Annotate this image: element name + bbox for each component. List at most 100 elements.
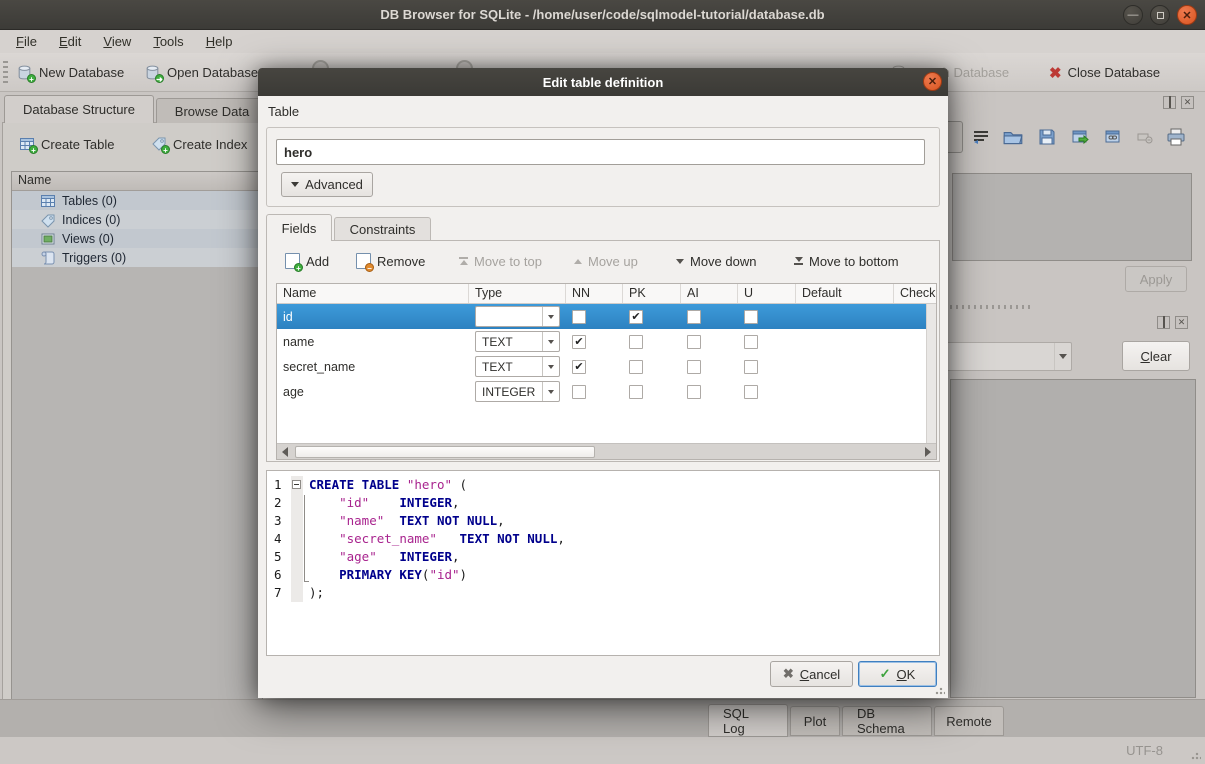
move-down-button[interactable]: Move down: [672, 248, 760, 274]
dock-float-button[interactable]: [1163, 96, 1176, 109]
tab-browse-data[interactable]: Browse Data: [156, 98, 268, 123]
dock-close-button-2[interactable]: ✕: [1175, 316, 1188, 329]
tree-column-header[interactable]: Name: [12, 172, 262, 191]
menu-file[interactable]: File: [6, 32, 47, 51]
col-header-check[interactable]: Check: [894, 284, 936, 303]
text-lines-icon[interactable]: [968, 124, 994, 150]
scrollbar-thumb[interactable]: [295, 446, 595, 458]
sql-preview[interactable]: 1CREATE TABLE "hero" ( 2 "id" INTEGER, 3…: [266, 470, 940, 656]
default-cell[interactable]: [796, 304, 894, 329]
open-database-button[interactable]: ➜ Open Database: [140, 59, 262, 86]
toolbar-grip[interactable]: [3, 61, 8, 83]
apply-button[interactable]: Apply: [1125, 266, 1187, 292]
u-checkbox[interactable]: [744, 335, 758, 349]
import-icon[interactable]: [1000, 124, 1026, 150]
ai-checkbox[interactable]: [687, 335, 701, 349]
table-name-input[interactable]: hero: [276, 139, 925, 165]
move-to-top-button[interactable]: Move to top: [455, 248, 546, 274]
tab-plot[interactable]: Plot: [790, 706, 840, 736]
u-checkbox[interactable]: [744, 310, 758, 324]
default-cell[interactable]: [796, 329, 894, 354]
col-header-pk[interactable]: PK: [623, 284, 681, 303]
tab-remote[interactable]: Remote: [934, 706, 1004, 736]
ai-checkbox[interactable]: [687, 385, 701, 399]
ai-checkbox[interactable]: [687, 360, 701, 374]
remove-field-button[interactable]: − Remove: [352, 248, 429, 274]
default-cell[interactable]: [796, 379, 894, 404]
col-header-nn[interactable]: NN: [566, 284, 623, 303]
move-up-button[interactable]: Move up: [570, 248, 642, 274]
tree-item-triggers[interactable]: Triggers (0): [12, 248, 262, 267]
create-table-button[interactable]: + Create Table: [15, 131, 118, 157]
pk-checkbox[interactable]: [629, 310, 643, 324]
fold-marker-icon[interactable]: [292, 480, 301, 489]
default-cell[interactable]: [796, 354, 894, 379]
new-database-button[interactable]: + New Database: [12, 59, 128, 86]
window-titlebar[interactable]: DB Browser for SQLite - /home/user/code/…: [0, 0, 1205, 30]
field-row-age[interactable]: age INTEGER: [277, 379, 936, 404]
ok-button[interactable]: ✓ OK: [858, 661, 937, 687]
open-in-window-icon[interactable]: [1067, 124, 1093, 150]
col-header-type[interactable]: Type: [469, 284, 566, 303]
field-row-id[interactable]: id INTEGER: [277, 304, 936, 329]
type-combo[interactable]: INTEGER: [475, 381, 560, 402]
dock-float-button-2[interactable]: [1157, 316, 1170, 329]
type-combo[interactable]: TEXT: [475, 356, 560, 377]
col-header-name[interactable]: Name: [277, 284, 469, 303]
dialog-titlebar[interactable]: Edit table definition ✕: [258, 68, 948, 96]
col-header-ai[interactable]: AI: [681, 284, 738, 303]
dialog-close-button[interactable]: ✕: [923, 72, 942, 91]
scroll-right-icon[interactable]: [920, 444, 936, 460]
field-row-name[interactable]: name TEXT: [277, 329, 936, 354]
tree-item-tables[interactable]: Tables (0): [12, 191, 262, 210]
u-checkbox[interactable]: [744, 385, 758, 399]
u-checkbox[interactable]: [744, 360, 758, 374]
menu-help[interactable]: Help: [196, 32, 243, 51]
tree-item-indices[interactable]: Indices (0): [12, 210, 262, 229]
minimize-button[interactable]: —: [1123, 5, 1143, 25]
sql-editor-area[interactable]: [950, 379, 1196, 698]
move-to-bottom-button[interactable]: Move to bottom: [790, 248, 903, 274]
dialog-resize-grip[interactable]: [935, 685, 945, 695]
col-header-u[interactable]: U: [738, 284, 796, 303]
nn-checkbox[interactable]: [572, 360, 586, 374]
unlink-icon[interactable]: [1132, 124, 1158, 150]
dock-splitter[interactable]: [950, 305, 1030, 309]
type-combo[interactable]: TEXT: [475, 331, 560, 352]
pk-checkbox[interactable]: [629, 385, 643, 399]
pk-checkbox[interactable]: [629, 360, 643, 374]
encoding-indicator[interactable]: UTF-8: [1126, 743, 1163, 758]
dock-close-button[interactable]: ✕: [1181, 96, 1194, 109]
fields-horizontal-scrollbar[interactable]: [277, 443, 936, 459]
cell-editor-area[interactable]: [952, 173, 1192, 261]
close-window-button[interactable]: ✕: [1177, 5, 1197, 25]
tab-constraints[interactable]: Constraints: [334, 217, 431, 241]
scroll-left-icon[interactable]: [277, 444, 293, 460]
tree-item-views[interactable]: Views (0): [12, 229, 262, 248]
add-field-button[interactable]: + Add: [281, 248, 333, 274]
field-row-secret-name[interactable]: secret_name TEXT: [277, 354, 936, 379]
tab-fields[interactable]: Fields: [266, 214, 332, 241]
fields-vertical-scrollbar[interactable]: [926, 304, 936, 444]
menu-view[interactable]: View: [93, 32, 141, 51]
nn-checkbox[interactable]: [572, 385, 586, 399]
print-icon[interactable]: [1163, 124, 1189, 150]
tab-db-schema[interactable]: DB Schema: [842, 706, 932, 736]
nn-checkbox[interactable]: [572, 335, 586, 349]
save-icon[interactable]: [1034, 124, 1060, 150]
pk-checkbox[interactable]: [629, 335, 643, 349]
link-icon[interactable]: [1100, 124, 1126, 150]
cancel-button[interactable]: ✖ Cancel: [770, 661, 853, 687]
tab-database-structure[interactable]: Database Structure: [4, 95, 154, 123]
type-combo[interactable]: INTEGER: [475, 306, 560, 327]
menu-tools[interactable]: Tools: [143, 32, 193, 51]
ai-checkbox[interactable]: [687, 310, 701, 324]
resize-grip[interactable]: [1191, 750, 1201, 760]
close-database-button[interactable]: ✖ Close Database: [1045, 59, 1164, 86]
create-index-button[interactable]: + Create Index: [147, 131, 251, 157]
advanced-button[interactable]: Advanced: [281, 172, 373, 197]
clear-button[interactable]: Clear: [1122, 341, 1190, 371]
maximize-button[interactable]: [1150, 5, 1170, 25]
menu-edit[interactable]: Edit: [49, 32, 91, 51]
col-header-default[interactable]: Default: [796, 284, 894, 303]
